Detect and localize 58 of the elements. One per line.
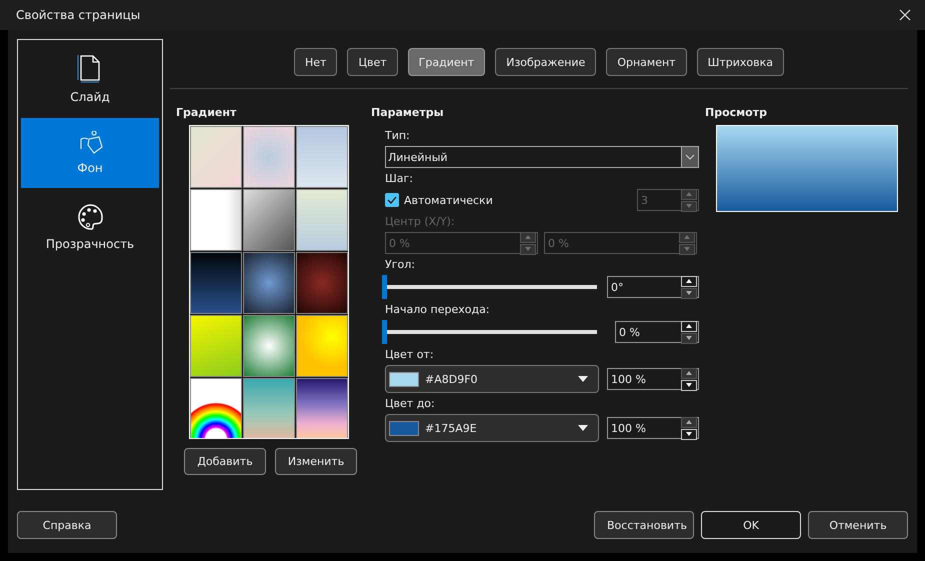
gradient-swatch[interactable] bbox=[190, 126, 242, 188]
type-dropdown[interactable]: Линейный bbox=[385, 146, 699, 168]
sidebar-item[interactable]: Прозрачность bbox=[21, 192, 159, 262]
gallery-button[interactable]: Добавить bbox=[184, 448, 266, 475]
gallery-button[interactable]: Изменить bbox=[275, 448, 357, 475]
caret-icon bbox=[578, 376, 588, 382]
fill-tab[interactable]: Градиент bbox=[408, 48, 486, 76]
fill-tab[interactable]: Нет bbox=[294, 48, 338, 76]
sidebar-item[interactable]: Слайд bbox=[21, 44, 159, 114]
gradient-swatch[interactable] bbox=[243, 378, 295, 438]
field-label: Цвет до: bbox=[385, 397, 436, 410]
field-label: Центр (X/Y): bbox=[385, 215, 456, 228]
opacity-spinbox[interactable]: 100 % bbox=[607, 417, 699, 439]
dialog-button[interactable]: OK bbox=[701, 511, 801, 539]
checkbox-label: Автоматически bbox=[404, 194, 493, 206]
gradient-swatch[interactable] bbox=[190, 189, 242, 251]
gradient-swatch[interactable] bbox=[296, 189, 348, 251]
gradient-swatch[interactable] bbox=[243, 126, 295, 188]
chevron-down-icon bbox=[685, 154, 695, 160]
angle-slider[interactable] bbox=[385, 275, 597, 299]
gradient-swatch[interactable] bbox=[296, 378, 348, 438]
dialog-button[interactable]: Отменить bbox=[808, 511, 908, 539]
transition-slider[interactable] bbox=[385, 320, 597, 344]
slider-thumb[interactable] bbox=[382, 275, 387, 299]
window-title: Свойства страницы bbox=[16, 8, 140, 22]
close-icon[interactable] bbox=[899, 9, 911, 21]
gradient-swatch[interactable] bbox=[190, 252, 242, 314]
palette-icon bbox=[76, 203, 104, 231]
gradient-swatch[interactable] bbox=[243, 252, 295, 314]
gradient-swatch[interactable] bbox=[296, 315, 348, 377]
fill-tab[interactable]: Изображение bbox=[495, 48, 596, 76]
help-button[interactable]: Справка bbox=[17, 511, 117, 539]
angle-spinbox[interactable]: 0° bbox=[607, 276, 699, 298]
color-dropdown[interactable]: #A8D9F0 bbox=[385, 365, 599, 393]
section-heading: Просмотр bbox=[705, 106, 768, 119]
gradient-swatch[interactable] bbox=[296, 252, 348, 314]
fill-tab[interactable]: Штриховка bbox=[696, 48, 784, 76]
gradient-swatch[interactable] bbox=[190, 378, 242, 438]
gradient-swatch[interactable] bbox=[243, 315, 295, 377]
field-label: Начало перехода: bbox=[385, 303, 491, 316]
slider-thumb[interactable] bbox=[382, 320, 387, 344]
section-heading: Градиент bbox=[176, 106, 238, 119]
section-heading: Параметры bbox=[371, 106, 445, 119]
color-dropdown[interactable]: #175A9E bbox=[385, 414, 599, 442]
fill-tab[interactable]: Орнамент bbox=[606, 48, 687, 76]
dialog-button[interactable]: Восстановить bbox=[594, 511, 694, 539]
field-label: Тип: bbox=[385, 129, 411, 142]
gradient-swatch[interactable] bbox=[296, 126, 348, 188]
field-label: Угол: bbox=[385, 258, 416, 271]
sidebar-item[interactable]: Фон bbox=[21, 118, 159, 188]
transition-spinbox[interactable]: 0 % bbox=[615, 321, 699, 343]
gradient-swatch[interactable] bbox=[243, 189, 295, 251]
caret-icon bbox=[578, 425, 588, 431]
gradient-swatch[interactable] bbox=[190, 315, 242, 377]
fill-tab[interactable]: Цвет bbox=[347, 48, 398, 76]
opacity-spinbox[interactable]: 100 % bbox=[607, 368, 699, 390]
field-label: Цвет от: bbox=[385, 348, 435, 361]
field-label: Шаг: bbox=[385, 172, 414, 185]
